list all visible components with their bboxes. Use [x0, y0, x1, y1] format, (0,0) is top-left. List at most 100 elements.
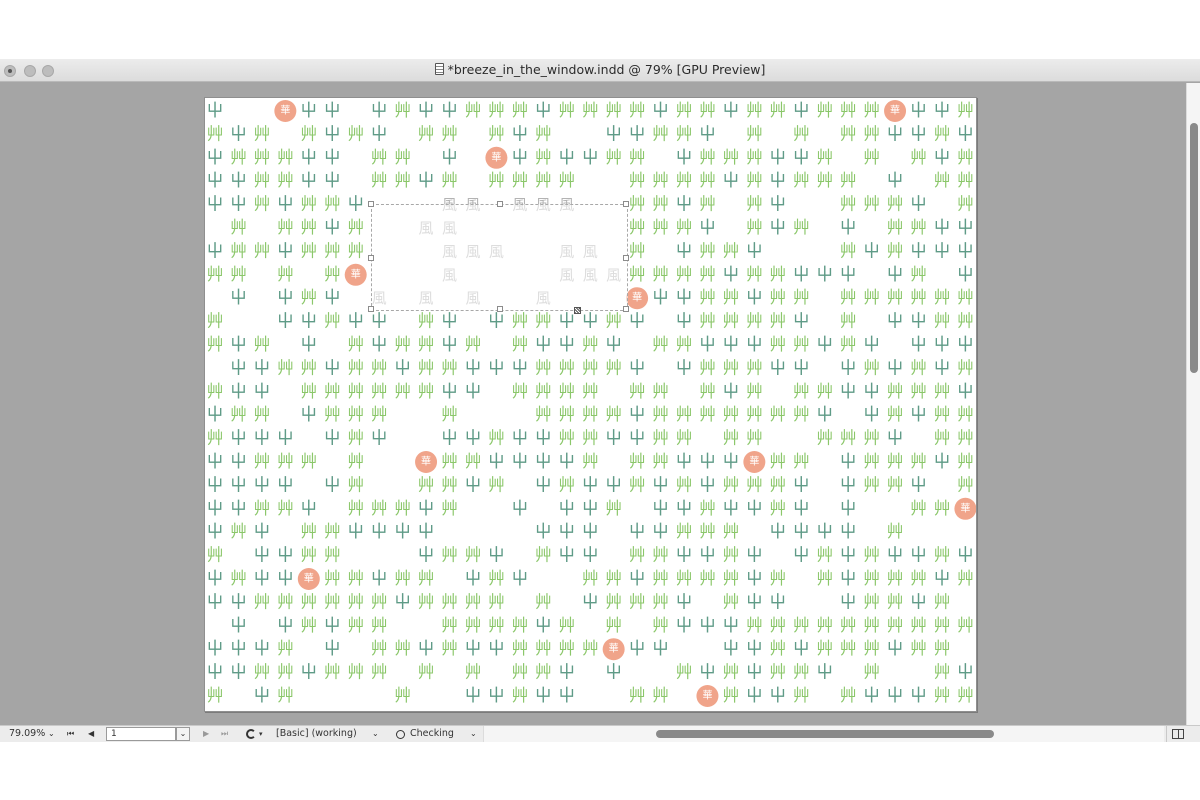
vertical-scrollbar[interactable]	[1186, 83, 1200, 725]
text-in-port-icon[interactable]	[574, 307, 581, 314]
grass-glyph: 艸	[324, 195, 341, 215]
preflight-status-chevron-down-icon[interactable]: ⌄	[470, 726, 477, 742]
flower-glyph: 華	[304, 573, 314, 585]
frame-handle-top-right[interactable]	[623, 201, 629, 207]
frame-handle-bottom[interactable]	[497, 306, 503, 312]
grass-glyph: 艸	[230, 148, 247, 168]
page-dropdown-chevron-icon[interactable]: ⌄	[176, 727, 190, 741]
sprout-glyph: 屮	[464, 639, 481, 659]
horizontal-scroll-thumb[interactable]	[656, 730, 994, 738]
sprout-glyph: 屮	[511, 429, 528, 449]
preflight-status[interactable]: Checking	[410, 726, 454, 742]
grass-glyph: 艸	[863, 639, 880, 659]
frame-handle-top[interactable]	[497, 201, 503, 207]
sprout-glyph: 屮	[324, 124, 341, 144]
grass-glyph: 艸	[277, 358, 294, 378]
grass-glyph: 艸	[863, 475, 880, 495]
sprout-glyph: 屮	[722, 452, 739, 472]
sprout-glyph: 屮	[230, 452, 247, 472]
selected-text-frame[interactable]	[368, 201, 629, 314]
grass-glyph: 艸	[746, 616, 763, 636]
frame-handle-right[interactable]	[623, 255, 629, 261]
sprout-glyph: 屮	[230, 288, 247, 308]
grass-glyph: 艸	[910, 148, 927, 168]
grass-glyph: 艸	[582, 358, 599, 378]
vertical-scroll-thumb[interactable]	[1190, 123, 1198, 373]
preflight-status-circle-icon	[396, 730, 405, 739]
page-number-field[interactable]: 1	[106, 727, 176, 741]
sprout-glyph: 屮	[207, 569, 224, 589]
grass-glyph: 艸	[441, 546, 458, 566]
sprout-glyph: 屮	[464, 475, 481, 495]
grass-glyph: 艸	[324, 241, 341, 261]
grass-glyph: 艸	[535, 639, 552, 659]
sprout-glyph: 屮	[253, 522, 270, 542]
preflight-profile[interactable]: [Basic] (working)	[276, 726, 357, 742]
grass-glyph: 艸	[277, 592, 294, 612]
grass-glyph: 艸	[910, 569, 927, 589]
grass-glyph: 艸	[722, 686, 739, 706]
grass-glyph: 艸	[230, 522, 247, 542]
sprout-glyph: 屮	[933, 148, 950, 168]
grass-glyph: 艸	[957, 429, 974, 449]
preflight-icon[interactable]	[246, 729, 256, 739]
grass-glyph: 艸	[887, 522, 904, 542]
grass-glyph: 艸	[230, 265, 247, 285]
frame-handle-top-left[interactable]	[368, 201, 374, 207]
flower-glyph: 華	[609, 643, 619, 655]
sprout-glyph: 屮	[840, 499, 857, 519]
grass-glyph: 艸	[324, 265, 341, 285]
grass-glyph: 艸	[582, 569, 599, 589]
previous-page-icon[interactable]: ◀	[88, 726, 94, 742]
frame-handle-left[interactable]	[368, 255, 374, 261]
first-page-icon[interactable]: ⏮	[67, 726, 74, 742]
grass-glyph: 艸	[769, 616, 786, 636]
last-page-icon[interactable]: ⏭	[221, 726, 228, 742]
grass-glyph: 艸	[746, 218, 763, 238]
grass-glyph: 艸	[277, 218, 294, 238]
sprout-glyph: 屮	[300, 171, 317, 191]
frame-handle-bottom-left[interactable]	[368, 306, 374, 312]
document-page[interactable]: 屮華屮屮屮艸屮屮艸艸艸屮艸艸艸艸屮艸艸屮艸艸屮艸艸艸華屮屮艸艸屮艸艸屮艸屮艸艸艸…	[204, 97, 977, 712]
grass-glyph: 艸	[676, 171, 693, 191]
sprout-glyph: 屮	[722, 101, 739, 121]
grass-glyph: 艸	[371, 639, 388, 659]
grass-glyph: 艸	[277, 639, 294, 659]
grass-glyph: 艸	[347, 124, 364, 144]
grass-glyph: 艸	[207, 382, 224, 402]
sprout-glyph: 屮	[840, 546, 857, 566]
grass-glyph: 艸	[277, 452, 294, 472]
grass-glyph: 艸	[441, 475, 458, 495]
grass-glyph: 艸	[699, 288, 716, 308]
horizontal-scrollbar[interactable]	[483, 726, 1164, 742]
grass-glyph: 艸	[418, 663, 435, 683]
profile-chevron-down-icon[interactable]: ⌄	[372, 726, 379, 742]
grass-glyph: 艸	[605, 616, 622, 636]
zoom-level[interactable]: 79.09%	[9, 726, 45, 742]
sprout-glyph: 屮	[207, 405, 224, 425]
grass-glyph: 艸	[910, 616, 927, 636]
grass-glyph: 艸	[464, 335, 481, 355]
sprout-glyph: 屮	[207, 475, 224, 495]
sprout-glyph: 屮	[277, 546, 294, 566]
next-page-icon[interactable]: ▶	[203, 726, 209, 742]
grass-glyph: 艸	[933, 171, 950, 191]
status-bar: 79.09% ⌄ ⏮ ◀ 1 ⌄ ▶ ⏭ ▾ [Basic] (working)…	[0, 725, 1200, 742]
sprout-glyph: 屮	[394, 592, 411, 612]
pasteboard[interactable]: 屮華屮屮屮艸屮屮艸艸艸屮艸艸艸艸屮艸艸屮艸艸屮艸艸艸華屮屮艸艸屮艸艸屮艸屮艸艸艸…	[0, 83, 1186, 725]
grass-glyph: 艸	[464, 616, 481, 636]
sprout-glyph: 屮	[699, 124, 716, 144]
title-bar[interactable]: *breeze_in_the_window.indd @ 79% [GPU Pr…	[0, 59, 1200, 82]
sprout-glyph: 屮	[793, 522, 810, 542]
sprout-glyph: 屮	[535, 101, 552, 121]
sprout-glyph: 屮	[324, 148, 341, 168]
frame-handle-bottom-right[interactable]	[623, 306, 629, 312]
split-window-button[interactable]	[1166, 726, 1200, 742]
zoom-chevron-down-icon[interactable]: ⌄	[48, 726, 55, 742]
grass-glyph: 艸	[441, 592, 458, 612]
preflight-menu-chevron-icon[interactable]: ▾	[259, 726, 263, 742]
grass-glyph: 艸	[418, 358, 435, 378]
grass-glyph: 艸	[605, 499, 622, 519]
grass-glyph: 艸	[863, 592, 880, 612]
sprout-glyph: 屮	[887, 546, 904, 566]
